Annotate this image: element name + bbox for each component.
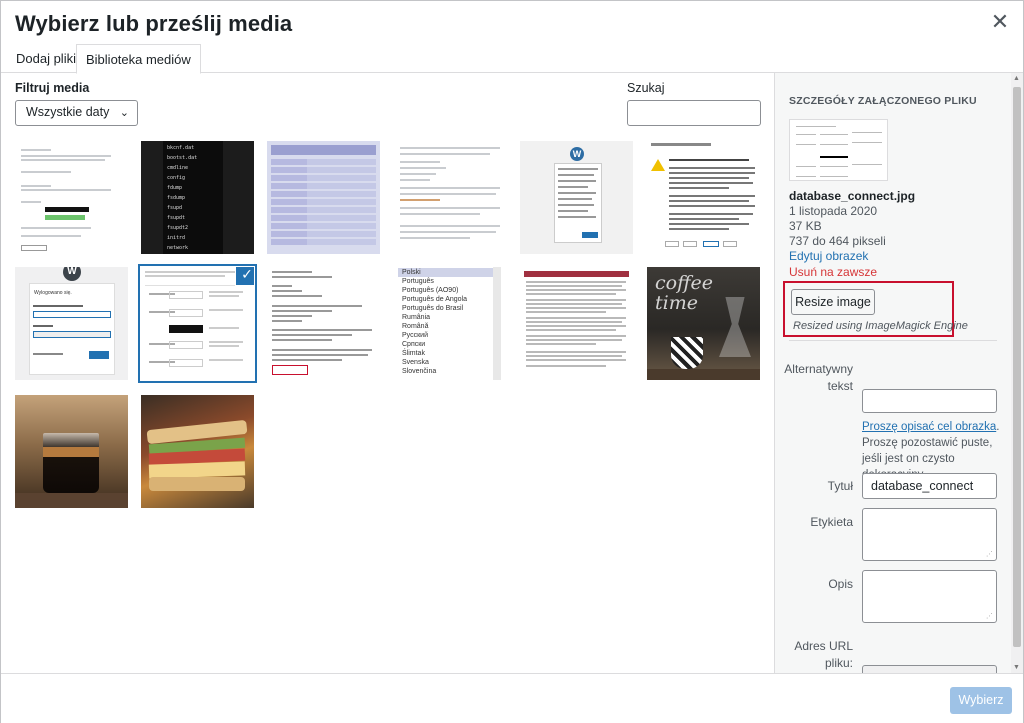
close-icon[interactable]: ✕ xyxy=(989,11,1011,33)
resize-image-button[interactable]: Resize image xyxy=(791,289,875,315)
checkmark-icon[interactable]: ✓ xyxy=(236,267,254,285)
file-url-label: Adres URL pliku: xyxy=(794,639,853,670)
media-tabs: Dodaj pliki Biblioteka mediów xyxy=(1,42,1023,74)
tab-media-library[interactable]: Biblioteka mediów xyxy=(76,44,201,74)
title-label: Tytuł xyxy=(827,479,853,493)
description-textarea[interactable]: ⋰ xyxy=(862,570,997,623)
modal-footer: Wybierz xyxy=(1,673,1023,723)
scroll-down-icon[interactable]: ▼ xyxy=(1013,664,1020,671)
attachment-thumbnail[interactable]: coffee time xyxy=(647,267,760,380)
alt-text-help-link[interactable]: Proszę opisać cel obrazka xyxy=(862,421,996,433)
sidebar-scrollbar[interactable]: ▲ ▼ xyxy=(1011,73,1023,673)
attachment-thumbnail[interactable]: W Wylogowano się. xyxy=(15,267,128,380)
image-dimensions: 737 do 464 pikseli xyxy=(789,234,886,248)
alt-text-label: Alternatywny tekst xyxy=(784,362,853,393)
media-modal: Wybierz lub prześlij media ✕ Dodaj pliki… xyxy=(0,0,1024,723)
alt-text-input[interactable] xyxy=(862,389,997,413)
attachment-thumbnail-selected[interactable]: ✓ xyxy=(141,267,254,380)
search-input[interactable] xyxy=(627,100,761,126)
file-url-input[interactable] xyxy=(862,665,997,673)
resize-highlight-box: Resize image Resized using ImageMagick E… xyxy=(783,281,968,337)
attachment-thumbnail[interactable] xyxy=(647,141,760,254)
attachment-thumbnail[interactable] xyxy=(141,395,254,508)
tab-upload-files[interactable]: Dodaj pliki xyxy=(7,44,85,74)
attachment-thumbnail[interactable] xyxy=(15,141,128,254)
upload-date: 1 listopada 2020 xyxy=(789,204,878,218)
description-label: Opis xyxy=(828,577,853,591)
media-browser: Filtruj media Wszystkie daty ⌄ Szukaj bk… xyxy=(1,73,774,673)
select-button[interactable]: Wybierz xyxy=(950,687,1012,714)
file-name: database_connect.jpg xyxy=(789,189,916,203)
attachment-thumbnail[interactable] xyxy=(267,141,380,254)
modal-title: Wybierz lub prześlij media xyxy=(15,11,293,36)
attachment-thumbnail[interactable] xyxy=(267,267,380,380)
delete-permanently-link[interactable]: Usuń na zawsze xyxy=(789,265,877,279)
date-filter-select[interactable]: Wszystkie daty ⌄ xyxy=(15,100,138,126)
attachment-thumbnail[interactable]: bkcnf.dat bootst.dat cmdline config fdum… xyxy=(141,141,254,254)
divider xyxy=(789,340,997,341)
date-filter-value: Wszystkie daty xyxy=(26,105,110,119)
search-label: Szukaj xyxy=(627,81,665,95)
sidebar-title: Szczegóły załączonego pliku xyxy=(789,95,977,107)
attachment-thumbnail[interactable] xyxy=(15,395,128,508)
chevron-down-icon: ⌄ xyxy=(119,107,129,119)
attachment-preview xyxy=(789,119,888,181)
edit-image-link[interactable]: Edytuj obrazek xyxy=(789,249,868,263)
attachment-thumbnail[interactable]: W xyxy=(520,141,633,254)
scrollbar-thumb[interactable] xyxy=(1013,87,1021,647)
caption-label: Etykieta xyxy=(810,515,853,529)
attachment-thumbnail[interactable]: Polski Português Português (AO90) Portug… xyxy=(394,267,507,380)
scroll-up-icon[interactable]: ▲ xyxy=(1013,75,1020,82)
filter-label: Filtruj media xyxy=(15,81,90,95)
caption-textarea[interactable]: ⋰ xyxy=(862,508,997,561)
resize-note: Resized using ImageMagick Engine xyxy=(793,320,968,332)
title-input[interactable]: database_connect xyxy=(862,473,997,499)
attachment-details-sidebar: Szczegóły załączonego pliku database_con… xyxy=(774,73,1012,673)
attachment-thumbnail[interactable] xyxy=(394,141,507,254)
attachment-thumbnail[interactable] xyxy=(520,267,633,380)
file-size: 37 KB xyxy=(789,219,822,233)
